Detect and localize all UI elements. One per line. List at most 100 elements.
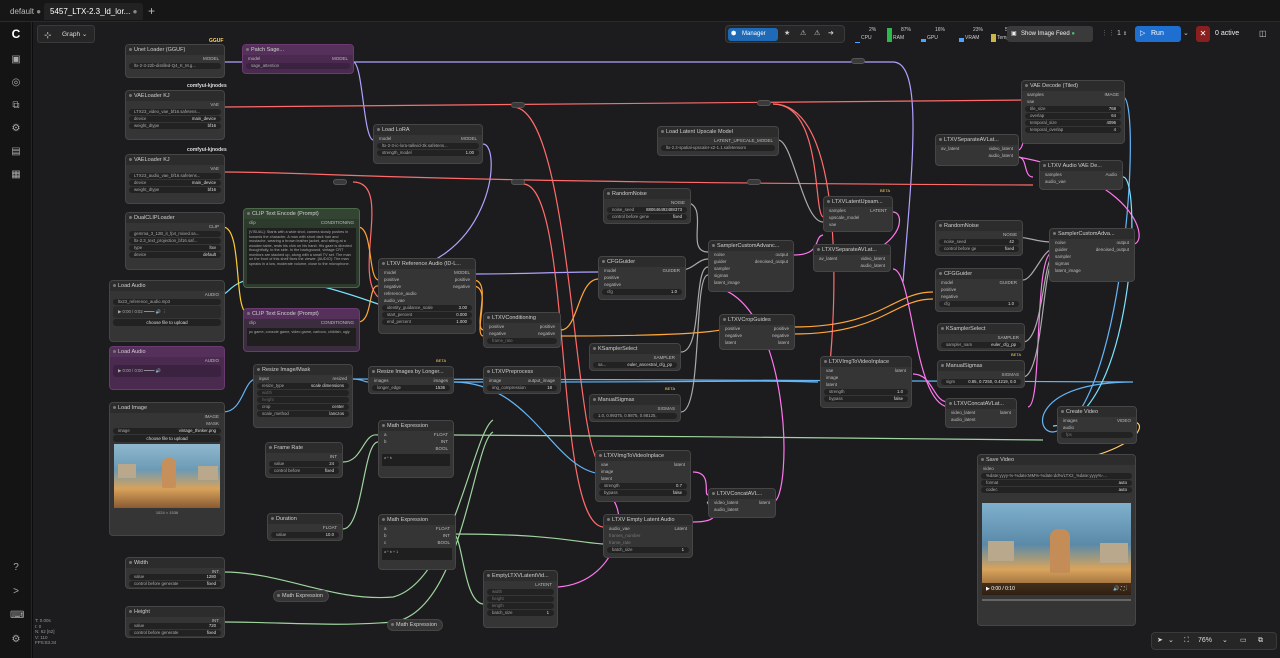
device-widget[interactable]: device default bbox=[129, 252, 221, 258]
input-slot[interactable]: audio_latent bbox=[946, 416, 1016, 423]
input-slot[interactable]: negative bbox=[599, 281, 685, 288]
value-widget[interactable]: value 1280 bbox=[129, 574, 221, 580]
reroute-node[interactable] bbox=[757, 100, 771, 106]
audio-file-widget[interactable]: ltx23_reference_audio.mp3 bbox=[113, 299, 221, 305]
vae-name-widget[interactable]: LTX23_video_vae_bf16.safetens... bbox=[129, 109, 221, 115]
node-math-expression-collapsed[interactable]: Math Expression bbox=[273, 590, 329, 602]
length-widget[interactable]: length bbox=[487, 603, 554, 609]
clip-name1-widget[interactable]: gemma_3_12B_it_fp4_mixed.sa... bbox=[129, 231, 221, 237]
manager-button[interactable]: ⬢ Manager bbox=[728, 28, 778, 41]
batch-size-widget[interactable]: batch_size 1 bbox=[607, 547, 689, 553]
node-cfg-guider[interactable]: CFGGuider model GUIDER positive negative … bbox=[598, 256, 686, 300]
io-slot[interactable]: model MODEL bbox=[379, 269, 475, 276]
input-slot[interactable]: latent_image bbox=[1050, 267, 1134, 274]
node-random-noise[interactable]: RandomNoise NOISE noise_seed 42 control b… bbox=[935, 220, 1023, 256]
output-slot[interactable]: BOOL bbox=[379, 445, 453, 452]
io-slot[interactable]: clip CONDITIONING bbox=[244, 219, 359, 226]
node-ksampler-select[interactable]: KSamplerSelect SAMPLER sa... euler_ancest… bbox=[589, 343, 681, 371]
control-widget[interactable]: control before generate fixed bbox=[129, 581, 221, 587]
io-slot[interactable]: samples IMAGE bbox=[1022, 91, 1124, 98]
nodes-icon[interactable]: ⚠ bbox=[800, 29, 806, 37]
reroute-node[interactable] bbox=[511, 102, 525, 108]
height-widget[interactable]: height bbox=[487, 596, 554, 602]
io-slot[interactable]: clip CONDITIONING bbox=[244, 319, 359, 326]
node-random-noise[interactable]: RandomNoise NOISE noise_seed 880646492488… bbox=[603, 188, 691, 224]
node-ltxv-latent-upsampler[interactable]: LTXVLatentUpsam... samples LATENT upscale… bbox=[823, 196, 893, 232]
strength-widget[interactable]: strength 1.0 bbox=[824, 389, 908, 395]
zoom-level[interactable]: 76% bbox=[1198, 633, 1212, 649]
tab-default[interactable]: default ● bbox=[4, 3, 47, 20]
input-slot[interactable]: audio bbox=[1058, 424, 1136, 431]
io-slot[interactable]: samples LATENT bbox=[824, 207, 892, 214]
keyboard-icon[interactable]: ⌨ bbox=[10, 610, 24, 622]
output-slot[interactable]: SIGMAS bbox=[590, 405, 680, 412]
output-slot[interactable]: audio_latent bbox=[936, 152, 1018, 159]
node-width[interactable]: Width INT value 1280 control before gener… bbox=[125, 557, 225, 589]
node-load-audio[interactable]: Load Audio AUDIO ltx23_reference_audio.m… bbox=[109, 280, 225, 342]
node-ltxv-conditioning[interactable]: LTXVConditioning positive positive negati… bbox=[483, 312, 561, 348]
node-math-expression-collapsed[interactable]: Math Expression bbox=[387, 619, 443, 631]
prompt-textarea[interactable]: [VISUAL]: Starts with a wide shot, camer… bbox=[247, 228, 356, 284]
templates-icon[interactable]: ▦ bbox=[10, 169, 22, 181]
output-slot[interactable]: INT bbox=[126, 617, 224, 623]
control-widget[interactable]: control before fixed bbox=[269, 468, 339, 474]
value-widget[interactable]: value 24 bbox=[269, 461, 339, 467]
node-ltxv-crop-guides[interactable]: LTXVCropGuides positive positive negative… bbox=[719, 314, 795, 350]
noise-seed-widget[interactable]: noise_seed 42 bbox=[939, 239, 1019, 245]
fit-view-icon[interactable]: ⛶ bbox=[1184, 633, 1189, 649]
reroute-node[interactable] bbox=[333, 179, 347, 185]
node-sampler-custom-advanced[interactable]: SamplerCustomAdvanc... noise output guide… bbox=[708, 240, 794, 292]
width-widget[interactable]: width bbox=[257, 390, 349, 396]
output-slot[interactable]: SAMPLER bbox=[938, 334, 1024, 341]
node-duration[interactable]: Duration FLOAT value 10.0 bbox=[267, 513, 343, 541]
graph-mode-button[interactable]: Graph ⌄ ⊹ bbox=[37, 25, 95, 43]
height-widget[interactable]: height bbox=[257, 397, 349, 403]
tile-size-widget[interactable]: tile_size 768 bbox=[1025, 106, 1121, 112]
run-options-chevron-icon[interactable]: ⌄ bbox=[1183, 26, 1193, 42]
node-clip-text-negative[interactable]: CLIP Text Encode (Prompt) clip CONDITIONI… bbox=[243, 308, 360, 352]
node-patch-sage[interactable]: Patch Sage... model MODEL sage_attention bbox=[242, 44, 354, 74]
io-slot[interactable]: b INT bbox=[379, 532, 455, 539]
output-slot[interactable]: CLIP bbox=[126, 223, 224, 230]
io-slot[interactable]: audio_vae Latent bbox=[604, 525, 692, 532]
io-slot[interactable]: input resized bbox=[254, 375, 352, 382]
input-slot[interactable]: latent_image bbox=[709, 279, 793, 286]
lora-name-widget[interactable]: ltx-2-3-ic-lora-talkvid-3k.safetens... bbox=[377, 143, 479, 149]
audio-player[interactable]: ▶ 0:00 / 0:00 ━━━━ 🔊 bbox=[113, 365, 221, 377]
img-compression-widget[interactable]: img_compression 18 bbox=[487, 385, 557, 391]
reroute-node[interactable] bbox=[851, 58, 865, 64]
output-slot[interactable]: VAE bbox=[126, 101, 224, 108]
attention-widget[interactable]: sage_attention bbox=[246, 63, 350, 69]
io-slot[interactable]: guider denoised_output bbox=[709, 258, 793, 265]
chevron-down-icon[interactable]: ⌄ bbox=[1222, 633, 1228, 649]
input-slot[interactable]: reference_audio bbox=[379, 290, 475, 297]
output-slot[interactable]: NOISE bbox=[604, 199, 690, 206]
strength-widget[interactable]: strength 0.7 bbox=[599, 483, 687, 489]
node-empty-ltxv-latent-video[interactable]: EmptyLTXVLatentVid... LATENT width heigh… bbox=[483, 570, 558, 628]
start-percent-widget[interactable]: start_percent 0.000 bbox=[382, 312, 472, 318]
input-slot[interactable]: upscale_model bbox=[824, 214, 892, 221]
warning-icon[interactable]: ⚠ bbox=[814, 29, 820, 37]
io-slot[interactable]: video_latent latent bbox=[709, 499, 775, 506]
node-unet-loader[interactable]: Unet Loader (GGUF) MODEL ltx-2-3-22b-dis… bbox=[125, 44, 225, 78]
filename-prefix-widget[interactable]: %date:yyyy-%-%date:MM%-%date:dd%/LTX2_%d… bbox=[981, 473, 1132, 479]
output-slot[interactable]: INT bbox=[266, 453, 342, 460]
io-slot[interactable]: model MODEL bbox=[243, 55, 353, 62]
vae-name-widget[interactable]: LTX23_audio_vae_bf16.safetens... bbox=[129, 173, 221, 179]
io-slot[interactable]: negative negative bbox=[720, 332, 794, 339]
fullscreen-icon[interactable]: 🔊 ⛶ ⋮ bbox=[1113, 583, 1127, 595]
sigmas-widget[interactable]: 1.0, 0.99375, 0.9875, 0.98125, bbox=[593, 413, 677, 419]
upload-button[interactable]: choose file to upload bbox=[113, 435, 221, 442]
io-slot[interactable]: a FLOAT bbox=[379, 431, 453, 438]
io-slot[interactable]: guider denoised_output bbox=[1050, 246, 1134, 253]
node-vae-loader-audio[interactable]: VAELoader KJ VAE LTX23_audio_vae_bf16.sa… bbox=[125, 154, 225, 204]
node-vae-loader-video[interactable]: VAELoader KJ VAE LTX23_video_vae_bf16.sa… bbox=[125, 90, 225, 140]
longer-edge-widget[interactable]: longer_edge 1536 bbox=[372, 385, 450, 391]
node-vae-decode-tiled[interactable]: VAE Decode (Tiled) samples IMAGE vae tile… bbox=[1021, 80, 1125, 144]
io-slot[interactable]: b INT bbox=[379, 438, 453, 445]
expression-textarea[interactable]: a * b + 1 bbox=[382, 548, 452, 560]
node-math-expression[interactable]: Math Expression a FLOAT b INT BOOL a * b bbox=[378, 420, 454, 478]
show-image-feed-button[interactable]: ▣ Show Image Feed ● bbox=[1007, 26, 1093, 42]
model-library-icon[interactable]: ⚙ bbox=[10, 123, 22, 135]
new-tab-button[interactable]: + bbox=[142, 3, 161, 20]
